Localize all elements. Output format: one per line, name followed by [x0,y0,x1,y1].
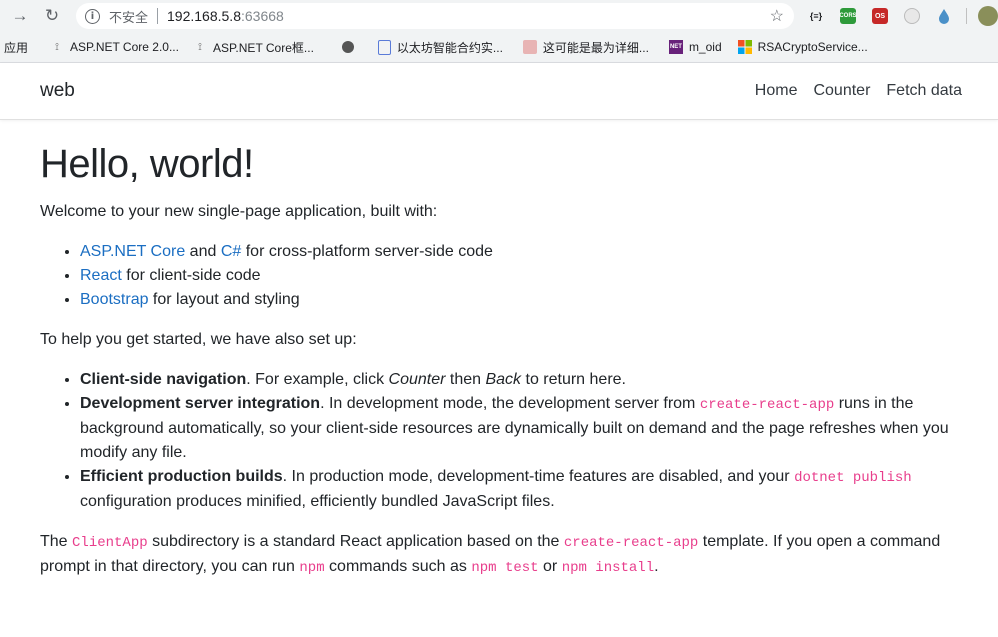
bookmark-label: 以太坊智能合约实... [396,40,503,55]
browser-toolbar: → ↻ i 不安全 192.168.5.8:63668 ☆ {≡} CORS O… [0,0,998,32]
react-link[interactable]: React [80,267,122,284]
bookmark-item[interactable]: 以太坊智能合约实... [377,39,503,56]
features-list: Client-side navigation. For example, cli… [40,368,968,514]
help-intro: To help you get started, we have also se… [40,331,357,348]
list-item: Efficient production builds. In producti… [80,465,968,514]
bookmark-item[interactable]: ⟟ ASP.NET Core 2.0... [50,40,179,54]
bookmark-item[interactable]: ⟟ ASP.NET Core框... [193,39,314,56]
bookmark-item[interactable]: NET m_oid [668,40,722,54]
toolbar-divider [966,8,967,24]
dotnet-icon: NET [668,40,683,54]
list-text: Back [485,371,522,388]
inline-code: create-react-app [699,397,835,413]
welcome-text: Welcome to your new single-page applicat… [40,203,438,220]
list-item: Development server integration. In devel… [80,392,968,465]
list-text: for client-side code [121,267,261,284]
aspnet-core-link[interactable]: ASP.NET Core [80,243,185,260]
json-extension-icon[interactable]: {≡} [808,8,824,24]
list-text: . For example, click [246,371,389,388]
list-text: to return here. [521,371,626,388]
microsoft-icon [737,40,752,54]
bookmark-label: ASP.NET Core 2.0... [70,40,179,54]
list-item: React for client-side code [80,264,968,288]
list-item: Bootstrap for layout and styling [80,288,968,312]
cors-extension-icon[interactable]: CORS [839,8,857,24]
anime-icon [522,40,537,54]
url-port: :63668 [240,8,284,24]
list-item: Client-side navigation. For example, cli… [80,368,968,392]
nav-fetch-data[interactable]: Fetch data [886,82,962,100]
feature-title: Client-side navigation [80,371,247,388]
bookmark-star-icon[interactable]: ☆ [770,6,784,26]
forward-icon[interactable]: → [10,6,30,26]
bootstrap-link[interactable]: Bootstrap [80,291,148,308]
nav-home[interactable]: Home [755,82,798,100]
bookmark-label: 应用 [4,40,29,55]
list-text: and [185,243,221,260]
drop-extension-icon[interactable] [936,8,952,24]
app-navbar: web Home Counter Fetch data [0,63,998,120]
feature-title: Development server integration [80,395,321,412]
bookmark-apps[interactable]: 应用 [4,39,28,56]
profile-avatar[interactable] [978,6,998,26]
doc-icon [377,39,391,55]
main-content: Hello, world! Welcome to your new single… [0,140,998,580]
inline-code: npm test [471,560,539,576]
reload-icon[interactable]: ↻ [42,6,62,26]
csharp-link[interactable]: C# [221,243,241,260]
bookmark-label: ASP.NET Core框... [212,40,314,55]
list-text: Counter [388,371,446,388]
bookmark-item[interactable]: 这可能是最为详细... [522,39,649,56]
brand-link[interactable]: web [40,80,75,102]
list-text: . In development mode, the development s… [320,395,700,412]
globe-icon [341,41,354,53]
bookmark-item[interactable]: RSACryptoService... [737,40,868,54]
inline-code: ClientApp [72,535,148,551]
inline-code: dotnet publish [794,470,912,486]
bookmark-label: 这可能是最为详细... [542,40,649,55]
url-host: 192.168.5.8 [167,8,241,24]
nav-counter[interactable]: Counter [813,82,870,100]
final-paragraph: The ClientApp subdirectory is a standard… [40,530,968,580]
list-text: . In production mode, development-time f… [282,468,795,485]
para-text: subdirectory is a standard React applica… [147,533,564,550]
bookmark-item[interactable] [341,41,360,53]
info-icon[interactable]: i [85,8,100,24]
red-extension-icon[interactable]: OS [872,8,888,24]
para-text: or [538,558,562,575]
feature-title: Efficient production builds [80,468,283,485]
list-text: then [445,371,486,388]
list-text: for cross-platform server-side code [241,243,493,260]
para-text: commands such as [324,558,472,575]
bookmark-label: RSACryptoService... [757,40,868,54]
ghost-extension-icon[interactable] [904,8,920,24]
aspnet-icon: ⟟ [198,41,202,53]
address-bar[interactable]: i 不安全 192.168.5.8:63668 ☆ [76,3,794,29]
list-text: for layout and styling [148,291,300,308]
built-with-list: ASP.NET Core and C# for cross-platform s… [40,240,968,312]
bookmarks-bar: 应用 ⟟ ASP.NET Core 2.0... ⟟ ASP.NET Core框… [0,32,998,63]
list-text: configuration produces minified, efficie… [80,493,555,510]
insecure-label: 不安全 [109,9,149,25]
inline-code: create-react-app [563,535,699,551]
divider [157,8,159,24]
nav-links: Home Counter Fetch data [739,82,962,100]
page-title: Hello, world! [40,142,254,186]
aspnet-icon: ⟟ [55,41,59,53]
list-item: ASP.NET Core and C# for cross-platform s… [80,240,968,264]
bookmark-label: m_oid [688,40,722,54]
inline-code: npm [299,560,325,576]
para-text: . [654,558,659,575]
inline-code: npm install [561,560,655,576]
para-text: The [40,533,73,550]
